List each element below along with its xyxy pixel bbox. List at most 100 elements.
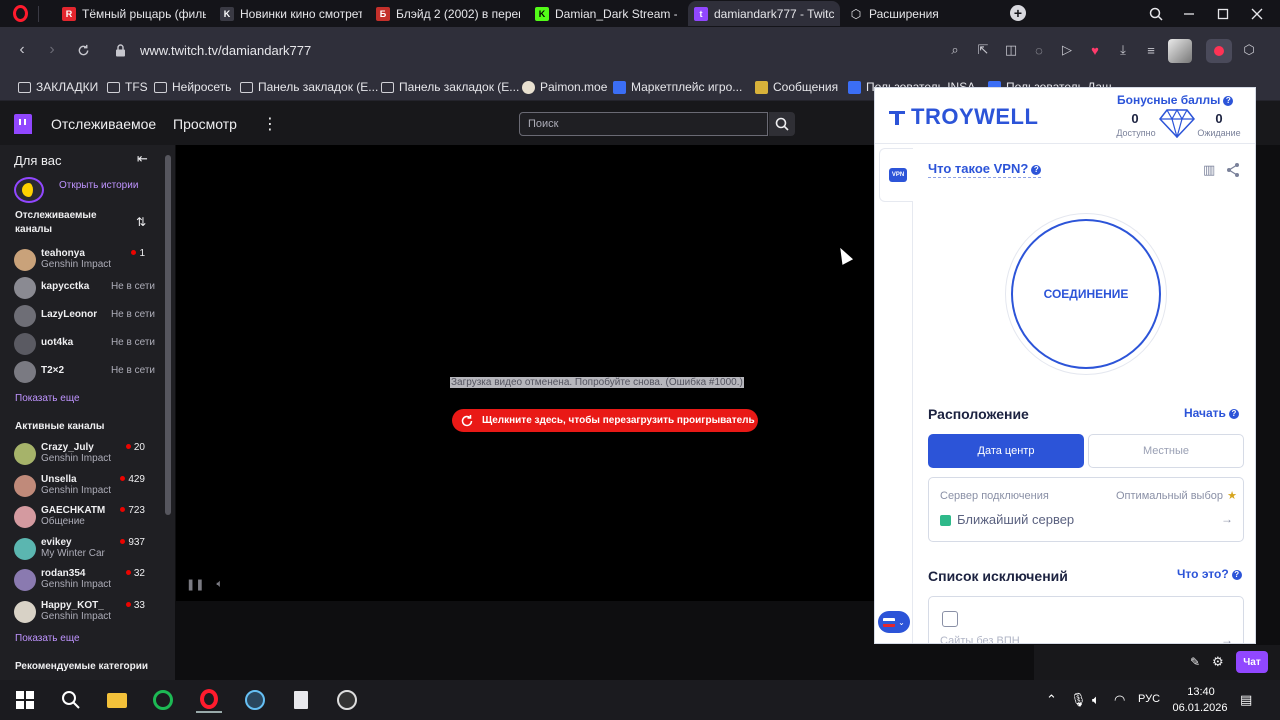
obs-button[interactable] xyxy=(334,687,360,713)
troywell-extension-button[interactable] xyxy=(1206,39,1232,63)
tab-blade-2[interactable]: Б Блэйд 2 (2002) в перевод xyxy=(370,1,526,26)
bookmark-panel-2[interactable]: Панель закладок (Е... xyxy=(381,80,519,94)
tab-twitch[interactable]: t damiandark777 - Twitch xyxy=(688,1,840,26)
heart-icon[interactable]: ♥ xyxy=(1086,41,1104,59)
bookmark-messages[interactable]: Сообщения xyxy=(755,80,838,94)
active-channel-row[interactable]: GAECHKATM Общение 723 xyxy=(14,504,159,530)
opera-taskbar-button[interactable] xyxy=(196,687,222,713)
channel-game: Genshin Impact xyxy=(41,484,112,496)
offline-status: Не в сети xyxy=(110,309,155,320)
connect-button[interactable]: СОЕДИНЕНИЕ xyxy=(1011,219,1161,369)
collapse-sidebar-icon[interactable]: ⇤ xyxy=(137,151,148,167)
location-start-link[interactable]: Начать? xyxy=(1184,406,1239,420)
file-explorer-button[interactable] xyxy=(104,687,130,713)
show-more-followed-link[interactable]: Показать еще xyxy=(15,393,80,404)
nav-following[interactable]: Отслеживаемое xyxy=(51,116,156,132)
settings-gear-icon[interactable]: ⚙ xyxy=(1212,654,1224,670)
open-stories-link[interactable]: Открыть истории xyxy=(59,180,138,191)
twitch-search-input[interactable]: Поиск xyxy=(519,112,768,136)
page-search-icon[interactable]: ⌕ xyxy=(946,41,964,59)
twitch-search-button[interactable] xyxy=(769,112,795,136)
pause-icon[interactable]: ❚❚ xyxy=(186,578,204,591)
stories-button[interactable] xyxy=(14,177,44,203)
minimize-button[interactable] xyxy=(1172,0,1206,27)
back-button[interactable]: ‹ xyxy=(12,40,32,60)
edit-icon[interactable]: ✎ xyxy=(1190,655,1200,669)
bookmark-panel-1[interactable]: Панель закладок (Е... xyxy=(240,80,378,94)
active-channel-row[interactable]: Happy_KOT_ Genshin Impact 33 xyxy=(14,599,159,625)
tab-kick-stream[interactable]: K Damian_Dark Stream - Wa xyxy=(529,1,683,26)
notepad-button[interactable] xyxy=(288,687,314,713)
local-tab[interactable]: Местные xyxy=(1088,434,1244,468)
scrollbar-thumb[interactable] xyxy=(165,155,171,515)
shield-icon[interactable]: ◌ xyxy=(1030,41,1048,59)
more-menu-icon[interactable]: ⋮ xyxy=(262,114,278,134)
taskbar-search-button[interactable] xyxy=(58,687,84,713)
twitch-logo-icon[interactable] xyxy=(14,114,32,134)
show-more-active-link[interactable]: Показать еще xyxy=(15,633,80,644)
bookmark-tfs[interactable]: TFS xyxy=(107,80,148,94)
share-page-icon[interactable]: ⇱ xyxy=(974,41,992,59)
microphone-icon[interactable]: 🎙︎ xyxy=(1070,692,1087,708)
clock-time[interactable]: 13:40 xyxy=(1176,686,1226,698)
exclusions-help-link[interactable]: Что это?? xyxy=(1177,567,1242,581)
sidebar-scrollbar[interactable] xyxy=(165,145,171,675)
url-field[interactable]: www.twitch.tv/damiandark777 xyxy=(140,43,311,58)
bookmark-paimon[interactable]: Paimon.moe xyxy=(522,80,607,94)
clock-date[interactable]: 06.01.2026 xyxy=(1170,702,1230,714)
steam-button[interactable] xyxy=(242,687,268,713)
volume-icon[interactable]: 🔈︎ xyxy=(1092,692,1100,708)
video-player[interactable]: Загрузка видео отменена. Попробуйте снов… xyxy=(176,145,874,601)
followed-channel-row[interactable]: uot4ka Не в сети xyxy=(14,331,159,357)
bookmark-zakladki[interactable]: ЗАКЛАДКИ xyxy=(18,80,98,94)
followed-channel-row[interactable]: LazyLeonor Не в сети xyxy=(14,303,159,329)
chat-send-button[interactable]: Чат xyxy=(1236,651,1268,673)
forward-button[interactable]: › xyxy=(42,40,62,60)
reload-player-button[interactable]: Щелкните здесь, чтобы перезагрузить прои… xyxy=(452,409,758,432)
nav-browse[interactable]: Просмотр xyxy=(173,116,237,132)
active-channel-row[interactable]: evikey My Winter Car 937 xyxy=(14,536,159,562)
profile-avatar[interactable] xyxy=(1168,39,1192,63)
snapshot-icon[interactable]: ◫ xyxy=(1002,41,1020,59)
datacenter-tab[interactable]: Дата центр xyxy=(928,434,1084,468)
active-channel-row[interactable]: rodan354 Genshin Impact 32 xyxy=(14,567,159,593)
xbox-app-button[interactable] xyxy=(150,687,176,713)
bookmark-neuroset[interactable]: Нейросеть xyxy=(154,80,231,94)
tab-dark-knight[interactable]: R Тёмный рыцарь (фильм, xyxy=(56,1,212,26)
tab-new-movies[interactable]: K Новинки кино смотреть xyxy=(214,1,368,26)
tab-label: Damian_Dark Stream - Wa xyxy=(555,6,677,21)
map-icon[interactable]: ▥ xyxy=(1203,162,1215,178)
active-channel-row[interactable]: Crazy_July Genshin Impact 20 xyxy=(14,441,159,467)
new-tab-button[interactable]: + xyxy=(1010,5,1026,21)
active-channel-row[interactable]: Unsella Genshin Impact 429 xyxy=(14,473,159,499)
tab-extensions[interactable]: ⬡ Расширения xyxy=(843,1,993,26)
chevron-up-icon[interactable]: ⌃ xyxy=(1046,692,1057,708)
bookmark-marketplace[interactable]: Маркетплейс игро... xyxy=(613,80,742,94)
tab-search-button[interactable] xyxy=(1139,0,1173,27)
opera-menu-button[interactable] xyxy=(8,3,32,24)
player-icon[interactable]: ▷ xyxy=(1058,41,1076,59)
notifications-icon[interactable]: ▤ xyxy=(1240,692,1252,708)
reload-page-button[interactable] xyxy=(73,40,93,60)
close-window-button[interactable] xyxy=(1240,0,1274,27)
region-flag-button[interactable]: ⌄ xyxy=(878,611,910,633)
wifi-icon[interactable]: ◠ xyxy=(1114,692,1125,708)
maximize-button[interactable] xyxy=(1206,0,1240,27)
bonus-points-title[interactable]: Бонусные баллы? xyxy=(1117,93,1234,107)
language-indicator[interactable]: РУС xyxy=(1138,693,1160,705)
server-selector[interactable]: Сервер подключения Оптимальный выбор ★ Б… xyxy=(928,477,1244,542)
vpn-side-tab[interactable]: VPN xyxy=(879,148,913,202)
exclusions-help-label: Что это? xyxy=(1177,567,1229,581)
followed-channel-row[interactable]: teahonya Genshin Impact 1 xyxy=(14,247,159,273)
download-icon[interactable]: ⤓ xyxy=(1114,41,1132,59)
volume-icon[interactable]: 🔈︎ xyxy=(216,578,223,591)
sort-icon[interactable]: ⇅ xyxy=(136,215,146,229)
followed-channel-row[interactable]: T2×2 Не в сети xyxy=(14,359,159,385)
menu-icon[interactable]: ≡ xyxy=(1142,41,1160,59)
followed-channel-row[interactable]: kapycctka Не в сети xyxy=(14,275,159,301)
share-icon[interactable] xyxy=(1225,162,1241,181)
what-is-vpn-link[interactable]: Что такое VPN?? xyxy=(928,161,1042,178)
start-button[interactable] xyxy=(12,687,38,713)
extensions-icon[interactable]: ⬡ xyxy=(1240,41,1258,59)
exclusions-selector[interactable]: Сайты без ВПН → xyxy=(928,596,1244,643)
